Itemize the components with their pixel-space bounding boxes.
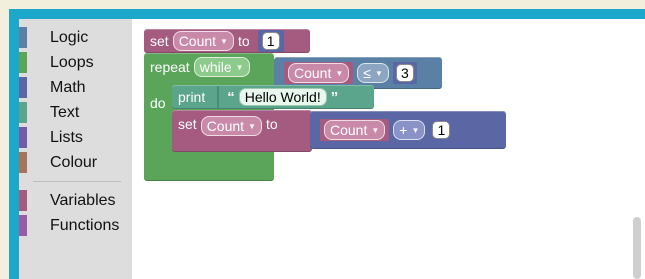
category-lists[interactable]: Lists [19, 125, 132, 150]
chevron-down-icon: ▼ [411, 125, 420, 135]
category-colour[interactable]: Colour [19, 150, 132, 175]
variable-name: Count [206, 118, 245, 134]
vertical-scrollbar[interactable] [633, 217, 641, 279]
number-value[interactable]: 1 [261, 32, 280, 50]
loop-mode-dropdown[interactable]: while ▼ [193, 57, 250, 77]
workspace-canvas[interactable]: set Count ▼ to 1 repeat while ▼ do Count… [132, 19, 645, 279]
operator-symbol: ≤ [363, 65, 371, 81]
number-block[interactable]: 3 [392, 62, 417, 84]
chevron-down-icon: ▼ [335, 68, 344, 78]
chevron-down-icon: ▼ [248, 121, 256, 131]
variable-dropdown[interactable]: Count ▼ [200, 116, 262, 136]
block-keyword: repeat [150, 59, 190, 75]
set-variable-block[interactable]: set Count ▼ to 1 [144, 29, 310, 53]
category-label: Logic [50, 29, 89, 46]
variable-dropdown[interactable]: Count ▼ [288, 63, 350, 83]
category-loops[interactable]: Loops [19, 50, 132, 75]
operator-dropdown[interactable]: ≤ ▼ [357, 63, 389, 83]
variable-get-block[interactable]: Count ▼ [320, 119, 390, 141]
number-block[interactable]: 1 [257, 30, 284, 52]
variable-dropdown[interactable]: Count ▼ [324, 120, 386, 140]
category-variables[interactable]: Variables [19, 188, 132, 213]
category-swatch [19, 190, 27, 211]
block-keyword: set [178, 116, 197, 132]
category-label: Colour [50, 154, 98, 171]
block-keyword: do [150, 95, 166, 111]
category-functions[interactable]: Functions [19, 213, 132, 238]
category-swatch [19, 27, 27, 48]
variable-name: Count [178, 33, 217, 49]
category-swatch [19, 215, 27, 236]
set-variable-block[interactable]: set Count ▼ to [172, 110, 312, 152]
toolbox-separator [33, 181, 121, 182]
variable-get-block[interactable]: Count ▼ [284, 62, 354, 84]
block-keyword: set [150, 33, 169, 49]
app-frame: Logic Loops Math Text Lists Colour Varia… [9, 9, 645, 279]
chevron-down-icon: ▼ [371, 125, 380, 135]
category-label: Text [50, 104, 80, 121]
category-swatch [19, 102, 27, 123]
category-swatch [19, 127, 27, 148]
variable-name: Count [294, 65, 332, 81]
quote-close: ” [330, 88, 339, 106]
category-logic[interactable]: Logic [19, 25, 132, 50]
category-swatch [19, 77, 27, 98]
quote-open: “ [227, 88, 235, 106]
blockly-editor: Logic Loops Math Text Lists Colour Varia… [19, 19, 645, 279]
block-keyword: to [237, 33, 250, 49]
chevron-down-icon: ▼ [374, 68, 383, 78]
category-text[interactable]: Text [19, 100, 132, 125]
category-swatch [19, 52, 27, 73]
loop-mode: while [199, 59, 232, 75]
chevron-down-icon: ▼ [235, 62, 244, 72]
number-value[interactable]: 3 [395, 64, 414, 82]
toolbox: Logic Loops Math Text Lists Colour Varia… [19, 19, 132, 279]
variable-dropdown[interactable]: Count ▼ [172, 31, 234, 51]
category-label: Variables [50, 192, 116, 209]
variable-name: Count [330, 122, 368, 138]
operator-symbol: + [399, 122, 408, 138]
block-keyword: to [265, 116, 278, 132]
category-swatch [19, 152, 27, 173]
category-label: Lists [50, 129, 83, 146]
number-block[interactable]: 1 [429, 119, 454, 141]
text-block[interactable]: “ Hello World! ” [217, 86, 347, 108]
category-label: Functions [50, 217, 120, 234]
block-keyword: print [178, 89, 206, 105]
text-value[interactable]: Hello World! [238, 88, 327, 106]
category-math[interactable]: Math [19, 75, 132, 100]
number-value[interactable]: 1 [432, 121, 451, 139]
operator-dropdown[interactable]: + ▼ [393, 120, 426, 140]
category-label: Loops [50, 54, 94, 71]
chevron-down-icon: ▼ [220, 36, 228, 46]
arithmetic-block[interactable]: Count ▼ + ▼ 1 [310, 111, 506, 149]
category-label: Math [50, 79, 86, 96]
print-block[interactable]: print “ Hello World! ” [172, 85, 374, 109]
